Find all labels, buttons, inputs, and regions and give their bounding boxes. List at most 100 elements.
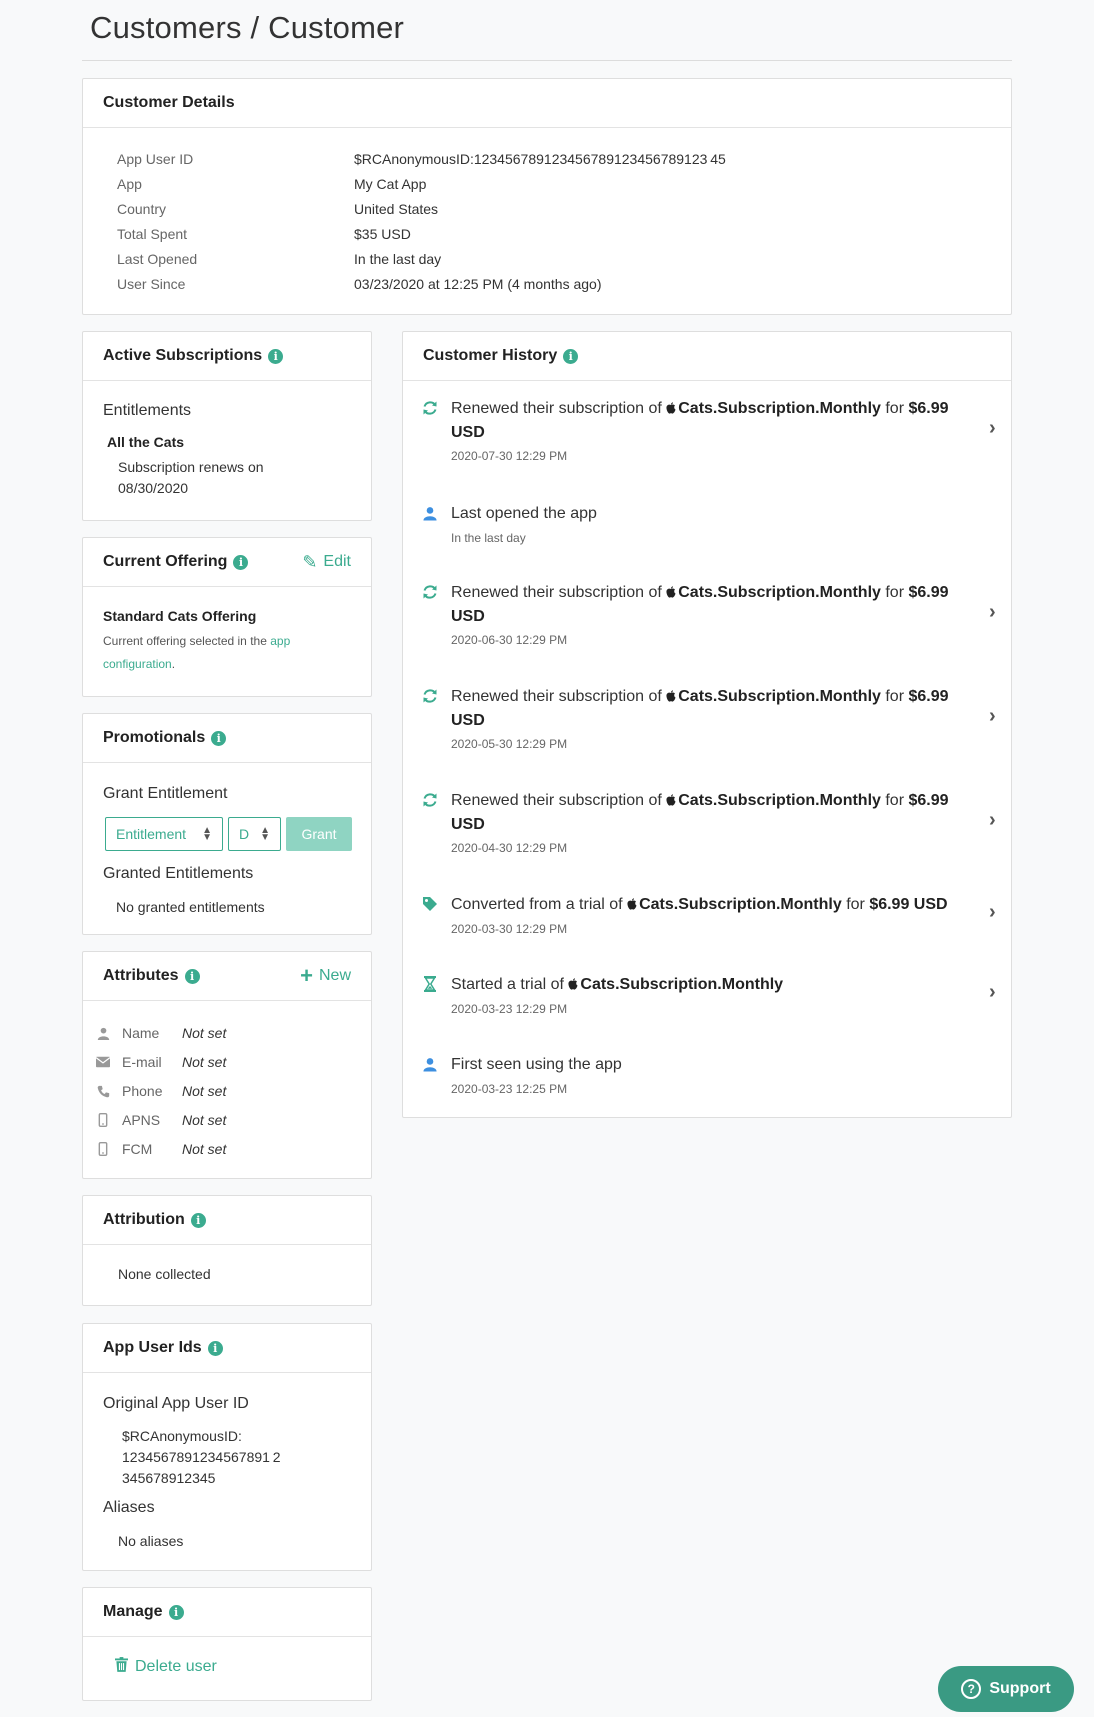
duration-select[interactable]: D ▲ ▼ xyxy=(228,817,281,851)
chevron-right-icon[interactable]: › xyxy=(989,417,996,440)
history-description: Renewed their subscription of xyxy=(451,688,667,705)
edit-offering-button[interactable]: ✎ Edit xyxy=(302,552,351,573)
history-connector: for xyxy=(880,584,909,601)
product-id: Cats.Subscription.Monthly xyxy=(639,896,842,913)
refresh-icon xyxy=(422,792,438,808)
detail-label-total-spent: Total Spent xyxy=(117,226,188,242)
attribution-panel: Attribution i None collected xyxy=(82,1195,372,1306)
entitlement-select[interactable]: Entitlement ▲ ▼ xyxy=(105,817,223,851)
product-id: Cats.Subscription.Monthly xyxy=(678,688,881,705)
entitlement-name: All the Cats xyxy=(107,434,185,450)
original-app-user-id-line1: $RCAnonymousID: xyxy=(122,1428,242,1444)
history-text: Renewed their subscription of Cats.Subsc… xyxy=(451,581,971,629)
info-icon[interactable]: i xyxy=(268,348,284,364)
edit-label: Edit xyxy=(323,553,351,570)
attribute-row-phone: Phone Not set xyxy=(96,1081,226,1101)
active-subscriptions-panel: Active Subscriptions i Entitlements All … xyxy=(82,331,372,521)
attribute-name: FCM xyxy=(122,1141,153,1157)
chevron-right-icon[interactable]: › xyxy=(989,809,996,832)
attributes-title: Attributes xyxy=(103,967,179,984)
history-connector: for xyxy=(880,400,909,417)
refresh-icon xyxy=(422,688,438,704)
info-icon[interactable]: i xyxy=(184,968,200,984)
title-divider xyxy=(82,60,1012,61)
info-icon[interactable]: i xyxy=(190,1212,206,1228)
history-timestamp: 2020-06-30 12:29 PM xyxy=(451,633,568,647)
currency: USD xyxy=(451,608,485,625)
hourglass-icon xyxy=(422,976,438,992)
info-icon[interactable]: i xyxy=(563,348,579,364)
promotionals-title: Promotionals xyxy=(103,729,206,746)
history-item-renewal[interactable]: Renewed their subscription of Cats.Subsc… xyxy=(405,581,1005,651)
attribute-name: E-mail xyxy=(122,1054,162,1070)
refresh-icon xyxy=(422,400,438,416)
history-text: Converted from a trial of Cats.Subscript… xyxy=(451,893,991,917)
info-icon[interactable]: i xyxy=(207,1340,223,1356)
history-text: Renewed their subscription of Cats.Subsc… xyxy=(451,685,971,733)
current-offering-panel: Current Offering i ✎ Edit Standard Cats … xyxy=(82,537,372,697)
info-icon[interactable]: i xyxy=(233,554,249,570)
chevron-right-icon[interactable]: › xyxy=(989,901,996,924)
detail-label-app-user-id: App User ID xyxy=(117,151,194,167)
history-timestamp: 2020-03-23 12:25 PM xyxy=(451,1082,568,1096)
attribute-value[interactable]: Not set xyxy=(182,1112,226,1128)
grant-button[interactable]: Grant xyxy=(286,817,352,851)
history-item-trial-start[interactable]: Started a trial of Cats.Subscription.Mon… xyxy=(405,973,1005,1023)
apple-icon xyxy=(627,894,637,910)
new-attribute-button[interactable]: + New xyxy=(300,963,351,989)
attribute-value[interactable]: Not set xyxy=(182,1025,226,1041)
user-icon xyxy=(96,1026,110,1040)
info-icon[interactable]: i xyxy=(168,1604,184,1620)
offering-description-suffix: . xyxy=(171,657,176,671)
offering-description-text: Current offering selected in the xyxy=(103,634,271,648)
history-connector: for xyxy=(880,688,909,705)
apple-icon xyxy=(666,790,676,806)
history-description: Renewed their subscription of xyxy=(451,400,667,417)
chevron-right-icon[interactable]: › xyxy=(989,705,996,728)
history-item-renewal[interactable]: Renewed their subscription of Cats.Subsc… xyxy=(405,789,1005,859)
app-user-ids-title: App User Ids xyxy=(103,1339,202,1356)
history-description: Renewed their subscription of xyxy=(451,792,667,809)
attribute-value[interactable]: Not set xyxy=(182,1141,226,1157)
history-item-renewal[interactable]: Renewed their subscription of Cats.Subsc… xyxy=(405,685,1005,755)
manage-panel: Manage i Delete user xyxy=(82,1587,372,1701)
entitlement-select-value: Entitlement xyxy=(116,826,187,842)
original-app-user-id-heading: Original App User ID xyxy=(103,1395,249,1412)
price: $6.99 xyxy=(908,584,949,601)
support-button[interactable]: ? Support xyxy=(938,1666,1074,1712)
delete-user-button[interactable]: Delete user xyxy=(115,1657,217,1677)
envelope-icon xyxy=(96,1055,110,1069)
attribute-value[interactable]: Not set xyxy=(182,1054,226,1070)
history-description: Last opened the app xyxy=(451,505,597,522)
attribution-header: Attribution i xyxy=(83,1196,371,1245)
delete-user-label: Delete user xyxy=(135,1658,217,1675)
attributes-header: Attributes i + New xyxy=(83,952,371,1001)
history-text: Renewed their subscription of Cats.Subsc… xyxy=(451,397,971,445)
detail-label-country: Country xyxy=(117,201,167,217)
granted-entitlements-heading: Granted Entitlements xyxy=(103,865,254,882)
info-icon[interactable]: i xyxy=(211,730,227,746)
history-item-conversion[interactable]: Converted from a trial of Cats.Subscript… xyxy=(405,893,1005,943)
history-timestamp: 2020-03-23 12:29 PM xyxy=(451,1002,568,1016)
currency: USD xyxy=(451,712,485,729)
user-icon xyxy=(422,505,438,521)
history-description: First seen using the app xyxy=(451,1056,622,1073)
attribute-row-email: E-mail Not set xyxy=(96,1052,226,1072)
product-id: Cats.Subscription.Monthly xyxy=(678,584,881,601)
chevron-right-icon[interactable]: › xyxy=(989,981,996,1004)
mobile-icon xyxy=(96,1142,110,1156)
phone-icon xyxy=(96,1084,110,1098)
current-offering-title: Current Offering xyxy=(103,553,228,570)
detail-value-app-link[interactable]: My Cat App xyxy=(354,172,426,197)
entitlements-heading: Entitlements xyxy=(103,402,192,419)
apple-icon xyxy=(568,974,578,990)
current-offering-header: Current Offering i ✎ Edit xyxy=(83,538,371,587)
chevron-right-icon[interactable]: › xyxy=(989,601,996,624)
history-item-first-seen: First seen using the app 2020-03-23 12:2… xyxy=(405,1053,1005,1103)
history-timestamp: 2020-04-30 12:29 PM xyxy=(451,841,568,855)
price: $6.99 xyxy=(908,400,949,417)
attribute-value[interactable]: Not set xyxy=(182,1083,226,1099)
mobile-icon xyxy=(96,1113,110,1127)
history-item-renewal[interactable]: Renewed their subscription of Cats.Subsc… xyxy=(405,397,1005,467)
customer-history-title: Customer History xyxy=(423,347,558,364)
